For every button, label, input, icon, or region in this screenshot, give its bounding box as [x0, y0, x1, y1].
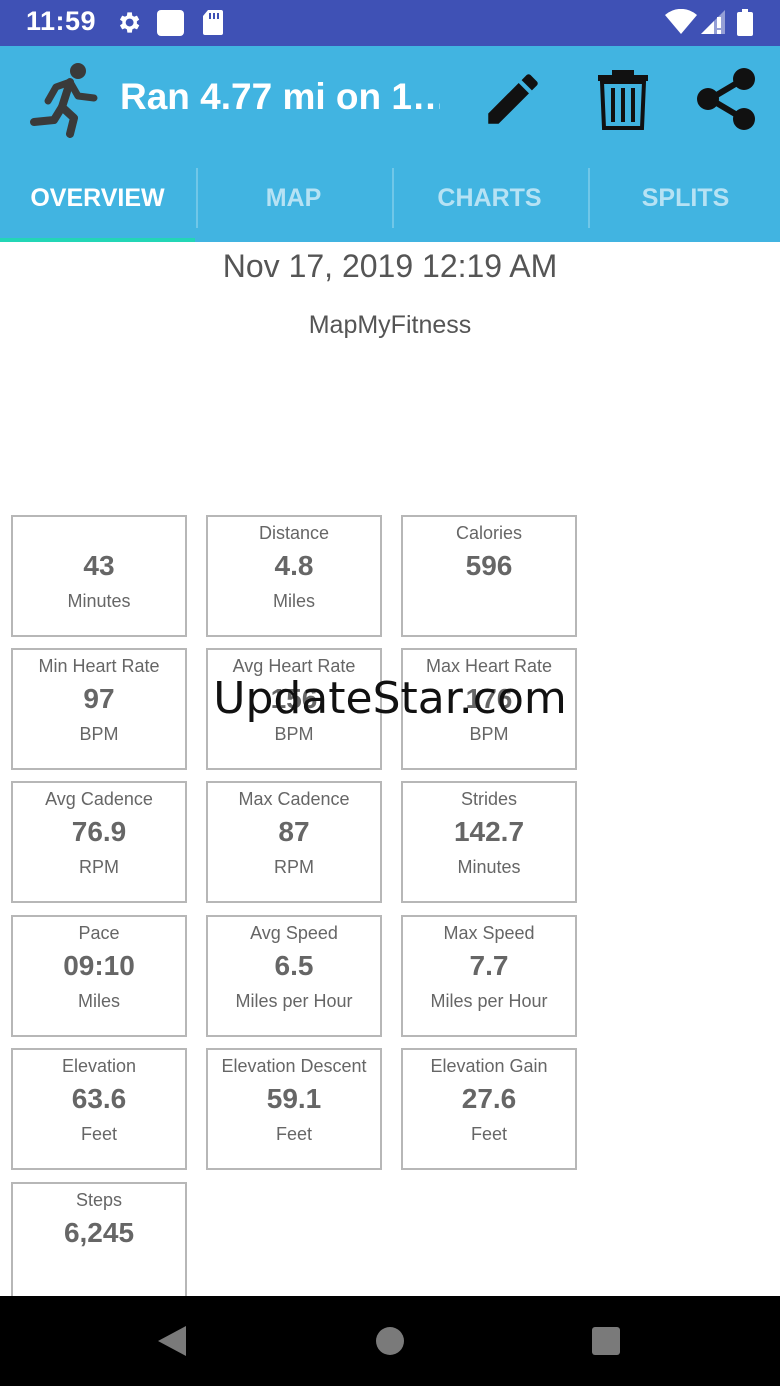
- recents-icon[interactable]: [590, 1324, 622, 1358]
- stat-tile-steps: Steps 6,245: [11, 1182, 187, 1312]
- stat-unit: BPM: [469, 724, 509, 744]
- stat-unit: Minutes: [457, 857, 521, 877]
- stat-unit: RPM: [79, 857, 119, 877]
- stat-value: 76.9: [71, 816, 127, 847]
- status-time: 11:59: [26, 6, 97, 36]
- stat-value: 7.7: [469, 950, 509, 981]
- stat-value: 6.5: [274, 950, 314, 981]
- stat-label: Elevation: [61, 1056, 137, 1076]
- square-icon: [157, 10, 184, 36]
- stat-tile-elevation-gain: Elevation Gain 27.6 Feet: [401, 1048, 577, 1170]
- stat-label: Avg Cadence: [45, 789, 153, 809]
- battery-icon: [737, 9, 753, 36]
- activity-title: Ran 4.77 mi on 1…: [120, 76, 440, 117]
- stat-tile-elevation: Elevation 63.6 Feet: [11, 1048, 187, 1170]
- stat-label: Steps: [75, 1190, 123, 1210]
- stat-unit: Minutes: [67, 591, 131, 611]
- stat-tile-elevation-descent: Elevation Descent 59.1 Feet: [206, 1048, 382, 1170]
- tab-splits[interactable]: SPLITS: [588, 168, 780, 242]
- tab-map[interactable]: MAP: [196, 168, 391, 242]
- stat-tile-avg-speed: Avg Speed 6.5 Miles per Hour: [206, 915, 382, 1037]
- stat-unit: Miles per Hour: [430, 991, 548, 1011]
- stat-tile-strides: Strides 142.7 Minutes: [401, 781, 577, 903]
- gear-icon: [119, 12, 140, 33]
- wifi-icon: [665, 9, 697, 34]
- stat-value: 87: [278, 816, 310, 847]
- activity-date: Nov 17, 2019 12:19 AM: [222, 248, 558, 284]
- stat-label: Distance: [258, 523, 330, 543]
- stat-value: 59.1: [266, 1083, 322, 1114]
- system-nav-bar: [0, 1296, 780, 1386]
- tab-overview[interactable]: OVERVIEW: [0, 168, 195, 242]
- stat-label: Avg Speed: [250, 923, 338, 943]
- stat-unit: BPM: [79, 724, 119, 744]
- tab-bar: OVERVIEW MAP CHARTS SPLITS: [0, 168, 780, 242]
- stat-unit: Feet: [275, 1124, 313, 1144]
- stat-tile-distance: Distance 4.8 Miles: [206, 515, 382, 637]
- app-bar: Ran 4.77 mi on 1… OVERVIEW MAP CHARTS SP…: [0, 46, 780, 242]
- stat-value: 596: [465, 550, 513, 581]
- stat-tile-max-cadence: Max Cadence 87 RPM: [206, 781, 382, 903]
- stat-tile-max-speed: Max Speed 7.7 Miles per Hour: [401, 915, 577, 1037]
- stat-unit: Miles per Hour: [235, 991, 353, 1011]
- stat-unit: Miles: [77, 991, 120, 1011]
- stat-tile-calories: Calories 596: [401, 515, 577, 637]
- stat-unit: BPM: [274, 724, 314, 744]
- sd-card-icon: [203, 10, 223, 35]
- stat-label: Pace: [78, 923, 120, 943]
- stat-value: 09:10: [63, 950, 135, 981]
- stat-label: Calories: [455, 523, 523, 543]
- stat-label: Strides: [460, 789, 518, 809]
- stat-tile-avg-cadence: Avg Cadence 76.9 RPM: [11, 781, 187, 903]
- stat-value: 27.6: [461, 1083, 517, 1114]
- stat-tile-pace: Pace 09:10 Miles: [11, 915, 187, 1037]
- stat-label: Max Cadence: [238, 789, 350, 809]
- stat-value: 6,245: [63, 1217, 135, 1248]
- activity-source: MapMyFitness: [308, 311, 472, 339]
- status-bar: 11:59: [0, 0, 780, 46]
- stat-label: Elevation Descent: [221, 1056, 367, 1076]
- stat-unit: Feet: [80, 1124, 118, 1144]
- watermark-text: UpdateStar.com: [213, 673, 567, 724]
- stat-value: 63.6: [71, 1083, 127, 1114]
- stat-value: 43: [83, 550, 115, 581]
- stat-value: 142.7: [453, 816, 525, 847]
- tab-charts[interactable]: CHARTS: [392, 168, 587, 242]
- stat-unit: RPM: [274, 857, 314, 877]
- stat-value: 4.8: [274, 550, 314, 581]
- stat-unit: Feet: [470, 1124, 508, 1144]
- share-icon[interactable]: [694, 66, 760, 132]
- signal-icon: [701, 10, 725, 34]
- home-icon[interactable]: [374, 1324, 406, 1358]
- trash-icon[interactable]: [590, 66, 656, 132]
- stat-label: Max Speed: [443, 923, 535, 943]
- stat-label: Elevation Gain: [430, 1056, 548, 1076]
- back-icon[interactable]: [156, 1324, 188, 1358]
- running-person-icon: [30, 63, 98, 138]
- pencil-icon[interactable]: [480, 66, 546, 132]
- tab-indicator: [0, 238, 195, 242]
- stat-tile-duration: 43 Minutes: [11, 515, 187, 637]
- stat-unit: Miles: [272, 591, 315, 611]
